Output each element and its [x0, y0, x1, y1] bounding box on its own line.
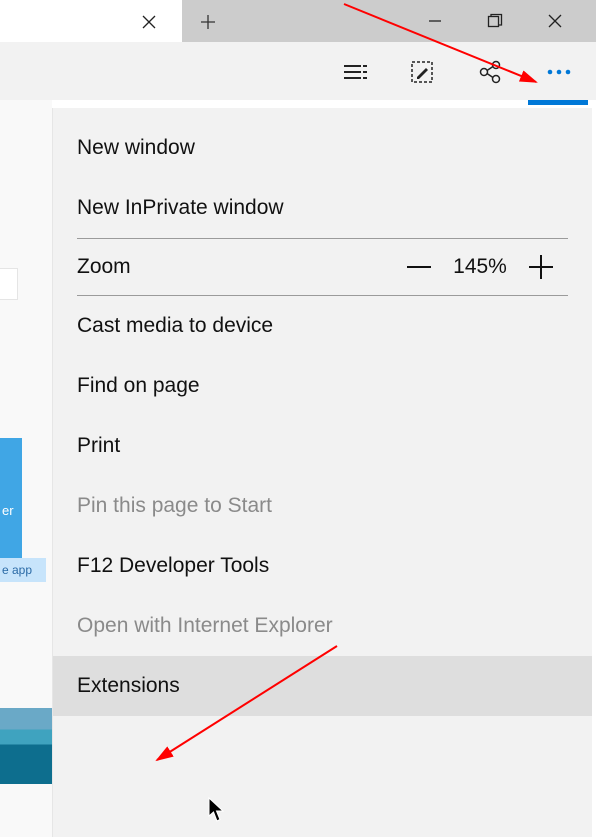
page-tile-fragment: er [0, 438, 22, 558]
title-bar [0, 0, 596, 42]
tab-close-button[interactable] [135, 8, 163, 36]
more-button[interactable] [532, 50, 586, 94]
menu-item-print[interactable]: Print [53, 416, 592, 476]
zoom-out-button[interactable] [392, 262, 446, 272]
menu-item-cast[interactable]: Cast media to device [53, 296, 592, 356]
menu-item-find[interactable]: Find on page [53, 356, 592, 416]
zoom-label: Zoom [77, 255, 392, 279]
menu-item-new-inprivate[interactable]: New InPrivate window [53, 178, 592, 238]
web-note-icon[interactable] [398, 50, 446, 94]
more-menu: New window New InPrivate window Zoom 145… [52, 108, 592, 837]
tab-strip [0, 0, 182, 42]
tile-text: er [2, 503, 22, 518]
zoom-in-button[interactable] [514, 253, 568, 281]
page-photo-fragment [0, 708, 52, 784]
window-minimize-button[interactable] [406, 0, 464, 42]
reading-view-icon[interactable] [332, 50, 380, 94]
toolbar [0, 42, 596, 100]
page-content-sliver: er e app [0, 100, 52, 837]
menu-item-new-window[interactable]: New window [53, 118, 592, 178]
menu-item-pin-to-start: Pin this page to Start [53, 476, 592, 536]
page-tile-fragment-2: e app [0, 558, 46, 582]
window-close-button[interactable] [526, 0, 584, 42]
window-maximize-button[interactable] [466, 0, 524, 42]
page-card-fragment [0, 268, 18, 300]
menu-zoom-row: Zoom 145% [53, 239, 592, 295]
menu-item-open-ie: Open with Internet Explorer [53, 596, 592, 656]
zoom-value: 145% [446, 255, 514, 279]
more-button-indicator [528, 100, 588, 105]
share-icon[interactable] [466, 50, 514, 94]
tile-text: e app [2, 563, 32, 577]
menu-item-devtools[interactable]: F12 Developer Tools [53, 536, 592, 596]
menu-item-extensions[interactable]: Extensions [53, 656, 592, 716]
new-tab-button[interactable] [192, 8, 224, 36]
